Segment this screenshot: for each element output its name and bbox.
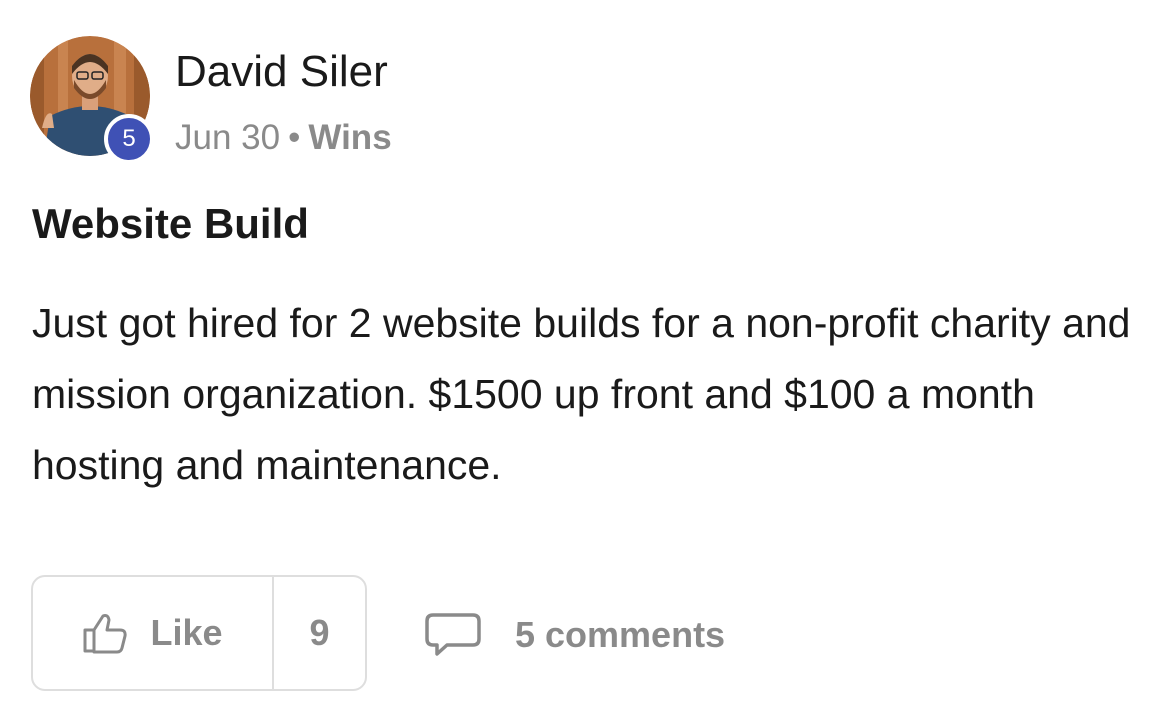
post-meta: Jun 30 • Wins <box>175 116 392 160</box>
post-category[interactable]: Wins <box>308 118 391 157</box>
avatar-container[interactable]: 5 <box>30 36 154 164</box>
comment-bubble-icon <box>425 613 481 656</box>
post-date[interactable]: Jun 30 <box>175 118 280 157</box>
like-button[interactable]: Like <box>33 577 274 689</box>
like-group: Like 9 <box>31 575 367 691</box>
meta-separator: • <box>288 118 301 157</box>
thumbs-up-icon <box>83 614 128 654</box>
post-body: Just got hired for 2 website builds for … <box>32 300 1131 488</box>
like-count[interactable]: 9 <box>274 577 365 689</box>
like-label: Like <box>150 612 223 653</box>
post-card: 5 David Siler Jun 30 • Wins Website Build … <box>0 0 1170 725</box>
author-name[interactable]: David Siler <box>175 45 388 99</box>
comments-label: 5 comments <box>515 614 726 655</box>
comments-button[interactable]: 5 comments <box>425 605 725 665</box>
post-title[interactable]: Website Build <box>32 198 309 250</box>
level-badge: 5 <box>104 114 154 164</box>
